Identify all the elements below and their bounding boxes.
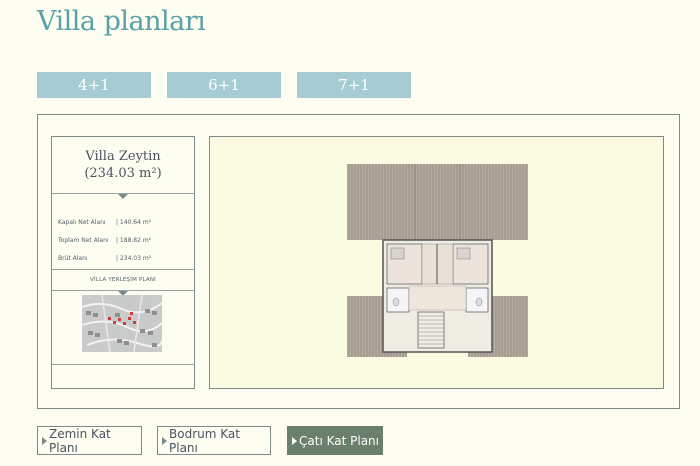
tab-7-plus-1[interactable]: 7+1 (297, 72, 411, 98)
divider (52, 193, 194, 194)
triangle-right-icon (42, 437, 47, 445)
stat-row-kapali: Kapalı Net Alanı | 140.64 m² (58, 219, 190, 226)
villa-title: Villa Zeytin (234.03 m²) (52, 137, 194, 182)
stat-value: | 188.82 m² (116, 237, 152, 244)
villa-area: (234.03 m²) (84, 166, 162, 181)
card-pointer-icon (118, 194, 128, 199)
cati-kat-button[interactable]: Çatı Kat Planı (287, 426, 383, 455)
site-plan-map[interactable] (82, 295, 162, 352)
divider (52, 364, 194, 365)
tab-6-plus-1[interactable]: 6+1 (167, 72, 281, 98)
villa-name: Villa Zeytin (85, 149, 161, 164)
triangle-right-icon (162, 437, 167, 445)
stat-value: | 234.03 m² (116, 255, 152, 262)
zemin-kat-button[interactable]: Zemin Kat Planı (37, 426, 142, 455)
floor-plan-viewer (209, 136, 664, 389)
button-label: Çatı Kat Planı (299, 433, 379, 448)
stat-value: | 140.64 m² (116, 219, 152, 226)
villa-info-card: Villa Zeytin (234.03 m²) Kapalı Net Alan… (51, 136, 195, 389)
button-label: Bodrum Kat Planı (169, 426, 240, 455)
site-plan-label: VİLLA YERLEŞİM PLANI (90, 277, 156, 283)
stat-label: Kapalı Net Alanı (58, 219, 106, 226)
button-label: Zemin Kat Planı (49, 426, 111, 455)
villa-plan-frame: Villa Zeytin (234.03 m²) Kapalı Net Alan… (37, 114, 680, 409)
stat-row-toplam: Toplam Net Alanı | 188.82 m² (58, 237, 190, 244)
divider (52, 269, 194, 270)
stat-label: Toplam Net Alanı (58, 237, 109, 244)
page-title: Villa planları (37, 6, 206, 37)
bodrum-kat-button[interactable]: Bodrum Kat Planı (157, 426, 271, 455)
tab-4-plus-1[interactable]: 4+1 (37, 72, 151, 98)
stat-label: Brüt Alanı (58, 255, 88, 262)
triangle-right-icon (292, 437, 297, 445)
villa-type-tabs: 4+1 6+1 7+1 (37, 72, 411, 98)
stat-row-brut: Brüt Alanı | 234.03 m² (58, 255, 190, 262)
roof-floor-plan-drawing (347, 164, 528, 357)
